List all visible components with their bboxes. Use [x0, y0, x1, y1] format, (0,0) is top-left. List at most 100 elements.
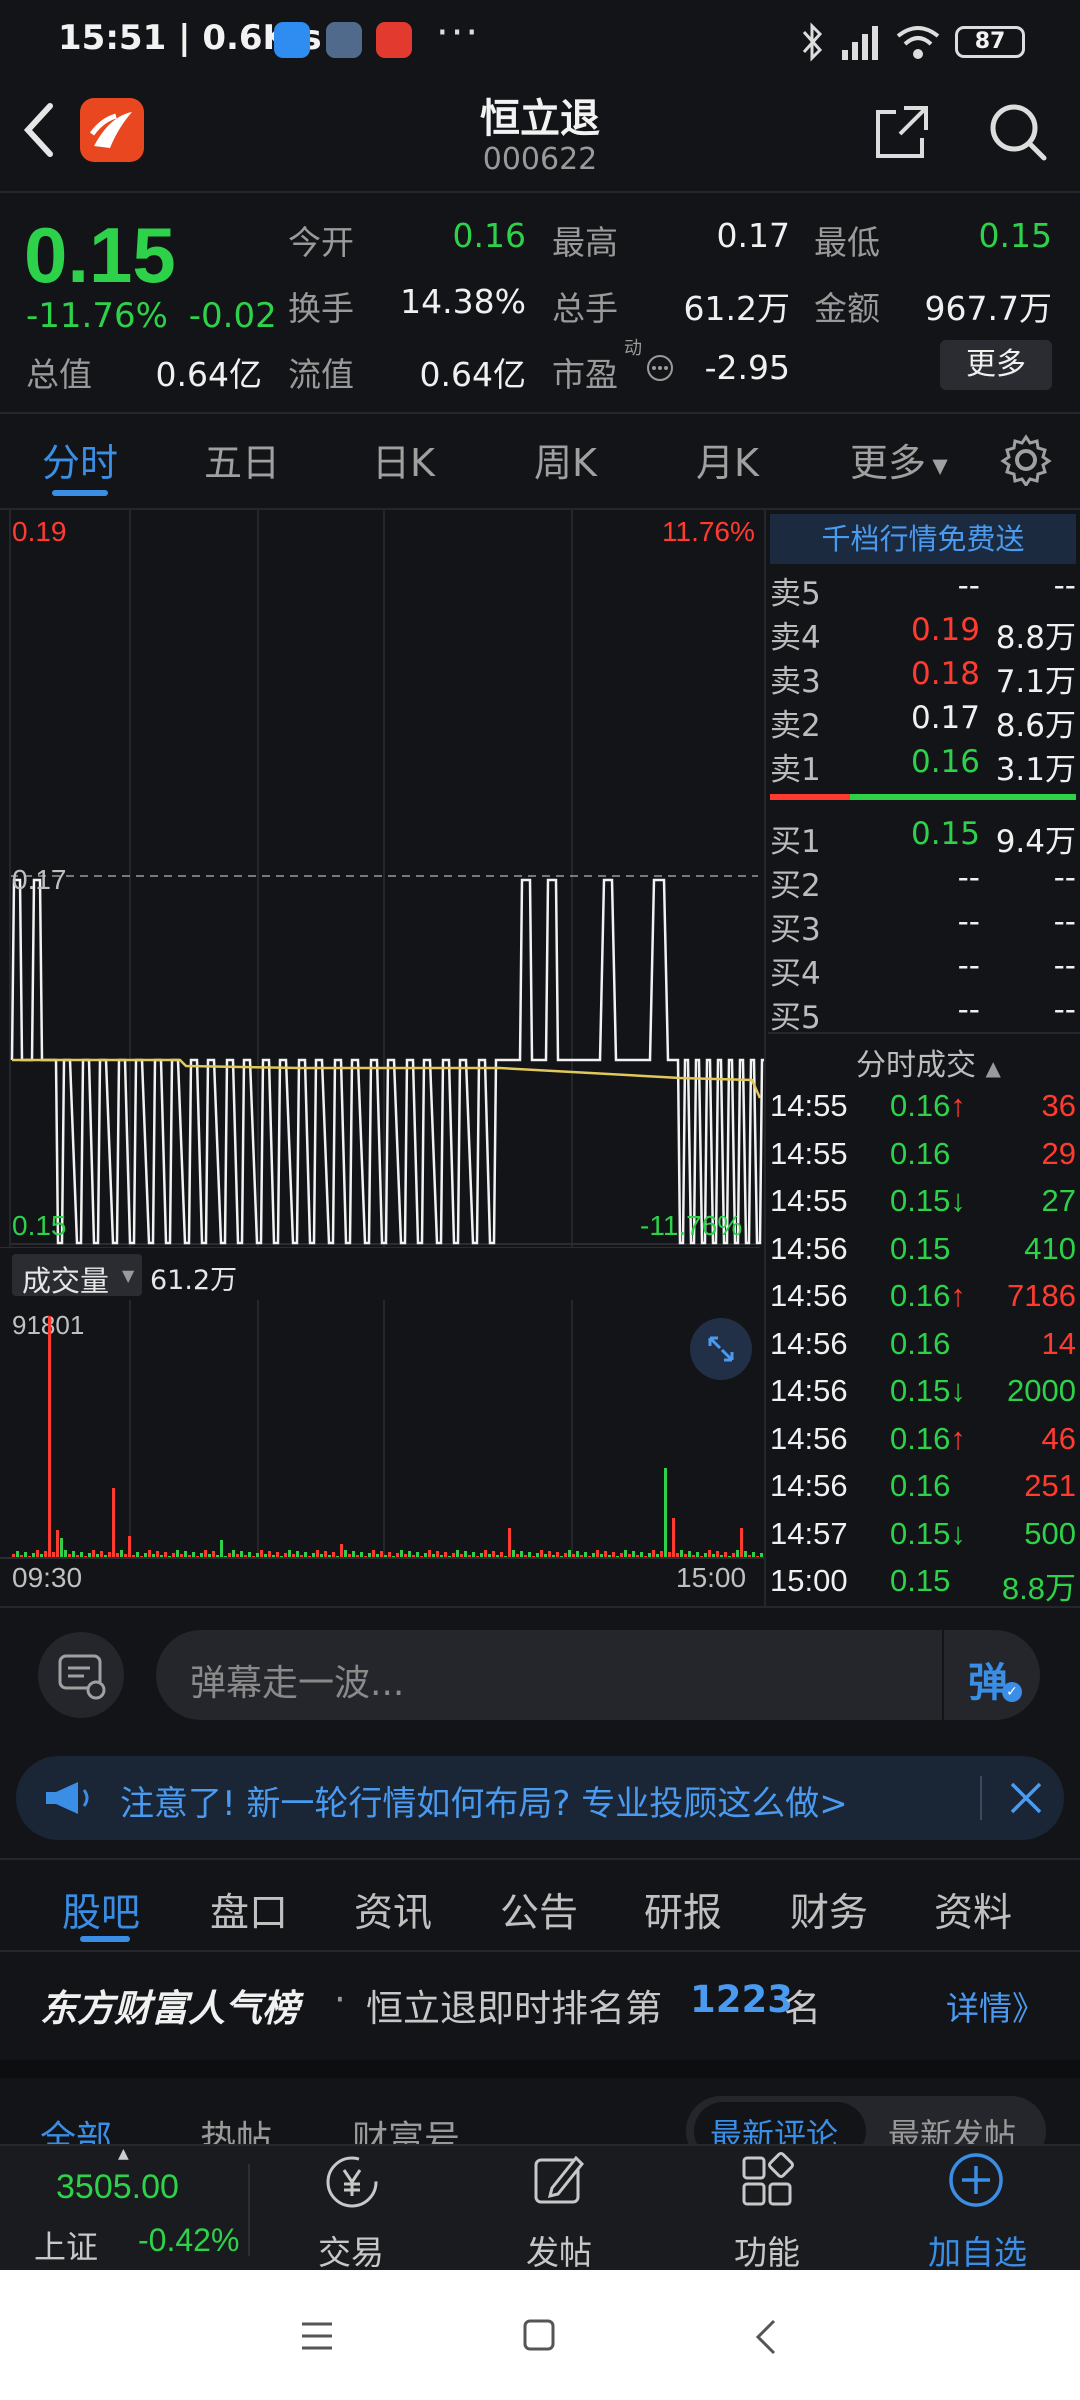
quote-more-button[interactable]: 更多 — [940, 340, 1052, 390]
volume-value: 61.2万 — [683, 289, 790, 328]
rank-brand: 东方财富人气榜 — [40, 1987, 299, 2030]
app-notification-icon — [274, 22, 310, 58]
level-price: 0.16 — [910, 744, 980, 780]
level-volume: 9.4万 — [995, 824, 1076, 860]
share-icon[interactable] — [872, 102, 932, 162]
notice-banner[interactable]: 注意了! 新一轮行情如何布局? 专业投顾这么做> — [16, 1756, 1064, 1840]
trade-row: 14:56 0.16 14 — [770, 1326, 1076, 1372]
level-name: 买5 — [770, 1000, 821, 1036]
ask-level-1[interactable]: 卖5 -- -- — [770, 568, 1076, 612]
danmu-settings-button[interactable] — [38, 1632, 124, 1718]
bid-level-1[interactable]: 买1 0.15 9.4万 — [770, 816, 1076, 860]
trade-row: 14:57 0.15↓ 500 — [770, 1516, 1076, 1562]
trade-price: 0.16↑ — [890, 1088, 966, 1123]
rank-suffix: 名 — [784, 1987, 821, 2030]
tab-monthly-k[interactable]: 月K — [696, 432, 759, 487]
level-name: 卖3 — [770, 664, 821, 700]
trade-volume: 251 — [1024, 1468, 1076, 1503]
level-volume: 8.8万 — [995, 620, 1076, 656]
trade-row: 14:56 0.16↑ 46 — [770, 1421, 1076, 1467]
bid-ask-ratio-bar — [770, 794, 1076, 800]
tab-five-day[interactable]: 五日 — [204, 432, 280, 487]
trade-time: 14:56 — [770, 1278, 848, 1313]
tab-news[interactable]: 资讯 — [354, 1882, 432, 1938]
volume-indicator-button[interactable]: 成交量 ▼ — [12, 1254, 142, 1298]
tab-guba[interactable]: 股吧 — [62, 1882, 140, 1938]
tab-research[interactable]: 研报 — [644, 1882, 722, 1938]
turnover-label: 换手 — [288, 289, 354, 328]
danmu-send-button[interactable]: 弹 ✓ — [942, 1630, 1040, 1720]
trade-volume: 27 — [1041, 1183, 1076, 1218]
trade-time: 14:55 — [770, 1088, 848, 1123]
tab-finance[interactable]: 财务 — [790, 1882, 868, 1938]
tab-daily-k[interactable]: 日K — [372, 432, 435, 487]
tab-announcements[interactable]: 公告 — [500, 1882, 578, 1938]
back-icon[interactable] — [754, 2318, 778, 2356]
pe-info-icon[interactable] — [646, 354, 674, 382]
trade-price: 0.15↓ — [890, 1515, 966, 1551]
volume-total: 61.2万 — [150, 1265, 238, 1296]
check-icon: ✓ — [1002, 1682, 1022, 1702]
trade-price: 0.16 — [890, 1135, 951, 1171]
change-percent: -11.76% — [26, 296, 168, 336]
danmu-input[interactable]: 弹幕走一波... — [156, 1630, 1040, 1720]
time-axis-start: 09:30 — [12, 1562, 83, 1593]
trade-volume: 46 — [1041, 1420, 1076, 1456]
chart-settings-gear-icon[interactable] — [1000, 434, 1052, 486]
bottom-tab-underline — [80, 1936, 130, 1942]
ask-level-4[interactable]: 卖2 0.17 8.6万 — [770, 700, 1076, 744]
trade-volume: 14 — [1041, 1325, 1076, 1361]
open-label: 今开 — [288, 223, 354, 262]
trade-time: 14:56 — [770, 1325, 848, 1361]
level-price: 0.15 — [910, 816, 980, 852]
menu-icon[interactable] — [300, 2320, 334, 2352]
rank-detail-link[interactable]: 详情》 — [946, 1982, 1045, 2030]
search-icon[interactable] — [986, 100, 1050, 164]
index-value: 3505.00 — [56, 2168, 179, 2206]
tab-intraday[interactable]: 分时 — [42, 432, 118, 487]
tab-profile[interactable]: 资料 — [934, 1882, 1012, 1938]
turnover-value: 14.38% — [400, 282, 526, 321]
chevron-up-icon: ▲ — [118, 2146, 129, 2162]
trade-row: 14:56 0.15↓ 2000 — [770, 1373, 1076, 1419]
ask-level-5[interactable]: 卖1 0.16 3.1万 — [770, 744, 1076, 788]
trade-volume: 36 — [1041, 1088, 1076, 1123]
toutiao-notification-icon — [376, 22, 412, 58]
stock-header: 恒立退 000622 — [0, 86, 1080, 191]
bid-level-3[interactable]: 买3 -- -- — [770, 904, 1076, 948]
active-tab-underline — [52, 490, 108, 496]
amount-label: 金额 — [814, 289, 880, 328]
ask-level-2[interactable]: 卖4 0.19 8.8万 — [770, 612, 1076, 656]
level-name: 买1 — [770, 824, 821, 860]
level-volume: -- — [1053, 568, 1076, 604]
axis-top-price: 0.19 — [12, 516, 67, 547]
trade-volume: 29 — [1041, 1135, 1076, 1171]
axis-bottom-percent: -11.76% — [640, 1210, 743, 1241]
bluetooth-icon — [802, 22, 823, 62]
rank-prefix: 恒立退即时排名第 — [366, 1987, 662, 2030]
level-volume: 3.1万 — [995, 752, 1076, 788]
open-value: 0.16 — [452, 216, 526, 255]
trade-volume: 410 — [1024, 1230, 1076, 1266]
ask-level-3[interactable]: 卖3 0.18 7.1万 — [770, 656, 1076, 700]
level2-promo-banner[interactable]: 千档行情免费送 — [770, 514, 1076, 564]
level-price: -- — [957, 568, 980, 604]
trades-title: 分时成交 — [856, 1048, 976, 1083]
danmu-placeholder: 弹幕走一波... — [190, 1663, 405, 1704]
system-navigation-bar — [0, 2270, 1080, 2400]
low-value: 0.15 — [978, 216, 1052, 255]
close-icon[interactable] — [1008, 1780, 1044, 1816]
home-square-icon[interactable] — [522, 2318, 556, 2352]
bid-level-4[interactable]: 买4 -- -- — [770, 948, 1076, 992]
trade-time: 14:55 — [770, 1135, 848, 1171]
level-name: 卖5 — [770, 576, 821, 612]
bid-level-5[interactable]: 买5 -- -- — [770, 992, 1076, 1036]
volume-indicator-label: 成交量 — [22, 1264, 110, 1298]
bid-level-2[interactable]: 买2 -- -- — [770, 860, 1076, 904]
total-cap-value: 0.64亿 — [155, 355, 262, 394]
tab-pankou[interactable]: 盘口 — [210, 1882, 288, 1938]
trade-time: 14:56 — [770, 1468, 848, 1503]
tab-more-periods[interactable]: 更多 ▼ — [850, 432, 948, 487]
trades-header[interactable]: 分时成交 ▲ — [856, 1040, 1001, 1084]
tab-weekly-k[interactable]: 周K — [534, 432, 597, 487]
